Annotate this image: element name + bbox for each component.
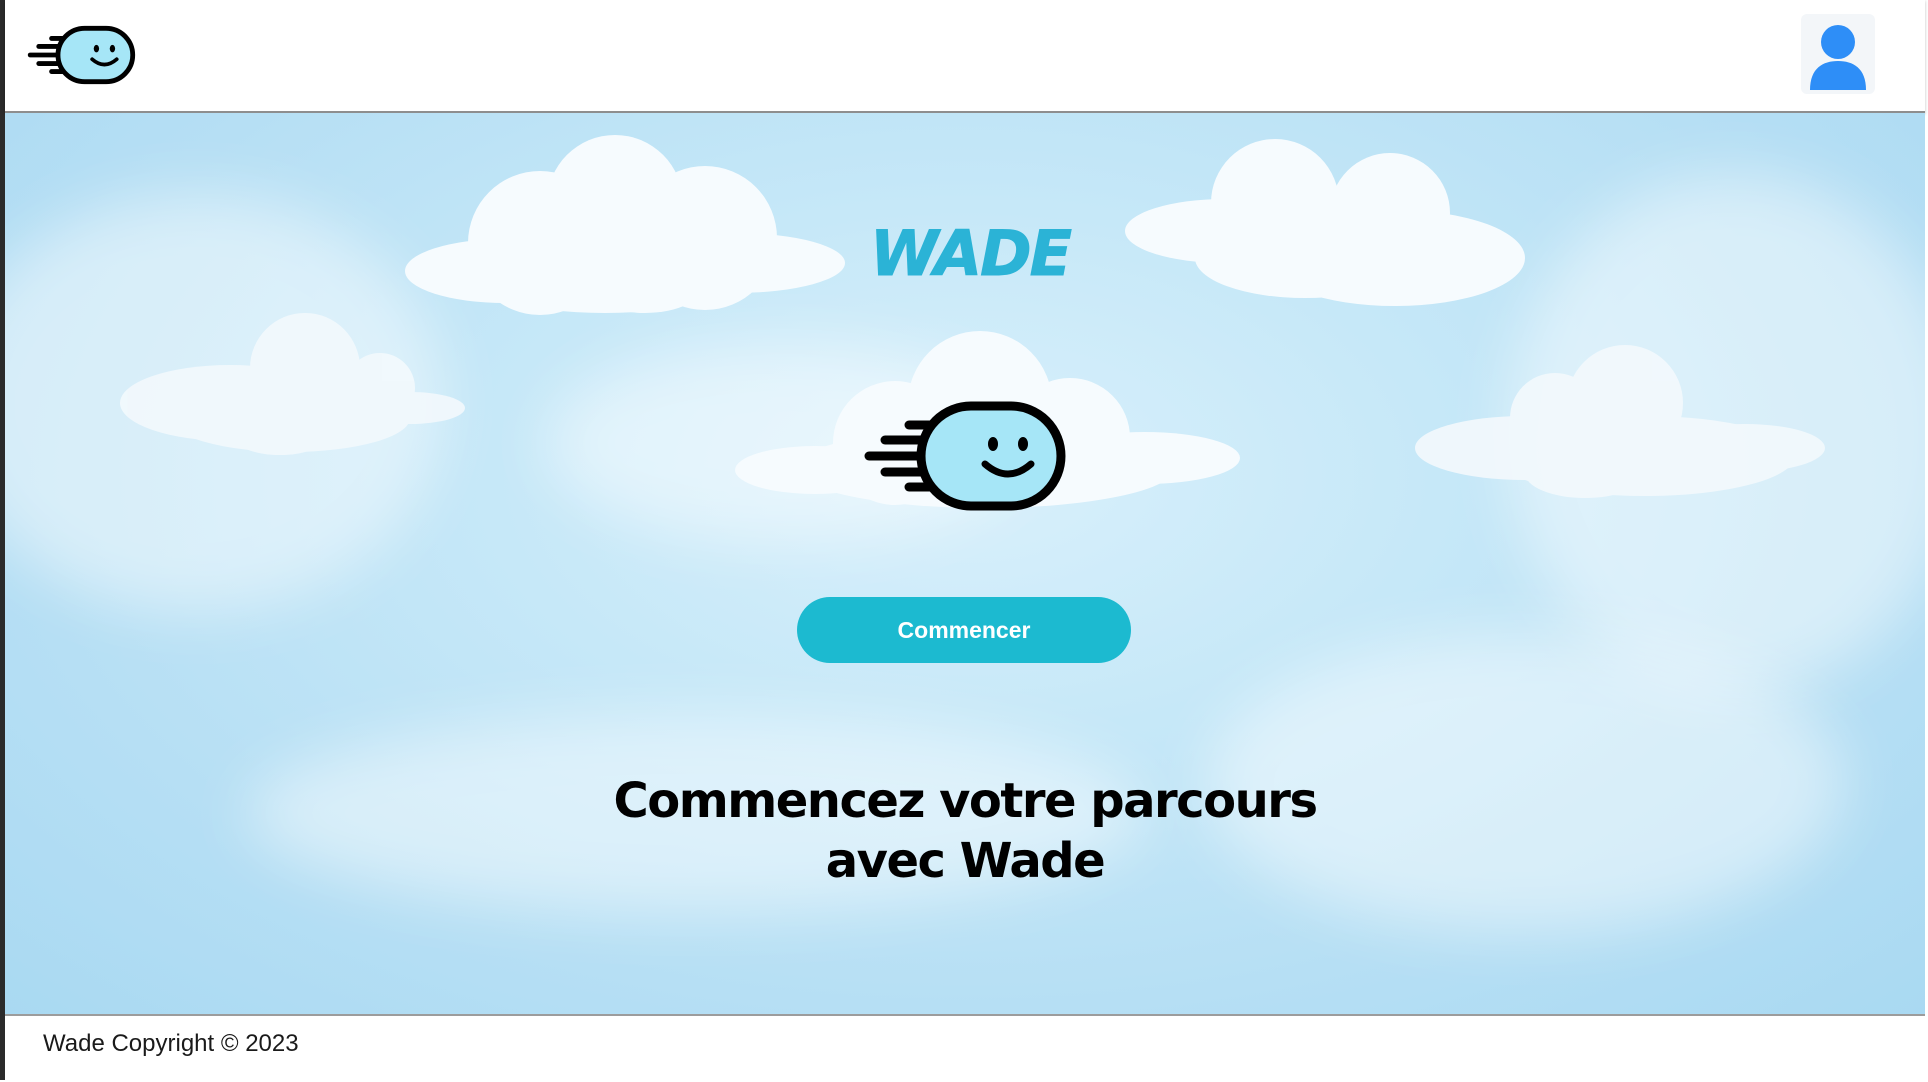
tagline-heading: Commencez votre parcours avec Wade (565, 771, 1365, 891)
hero-section: WADE Commencer Commencez votre parcours … (5, 113, 1925, 1014)
user-profile-icon (1810, 25, 1866, 90)
copyright-text: Wade Copyright © 2023 (43, 1030, 299, 1057)
cloud-decoration (405, 135, 845, 315)
top-navbar (5, 0, 1925, 113)
wade-logo-icon[interactable] (27, 22, 137, 88)
wade-smiley-mascot-icon (863, 398, 1069, 514)
user-profile-button[interactable] (1801, 14, 1875, 94)
page-footer: Wade Copyright © 2023 (5, 1014, 1925, 1082)
tagline-line-1: Commencez votre parcours (613, 773, 1318, 829)
cloud-decoration (1415, 345, 1825, 498)
tagline-line-2: avec Wade (825, 833, 1106, 889)
brand-title-text: WADE (870, 217, 1072, 290)
cloud-decoration (1125, 139, 1525, 306)
start-button[interactable]: Commencer (797, 597, 1131, 663)
brand-title: WADE (870, 217, 1075, 291)
cloud-decoration (120, 313, 465, 455)
